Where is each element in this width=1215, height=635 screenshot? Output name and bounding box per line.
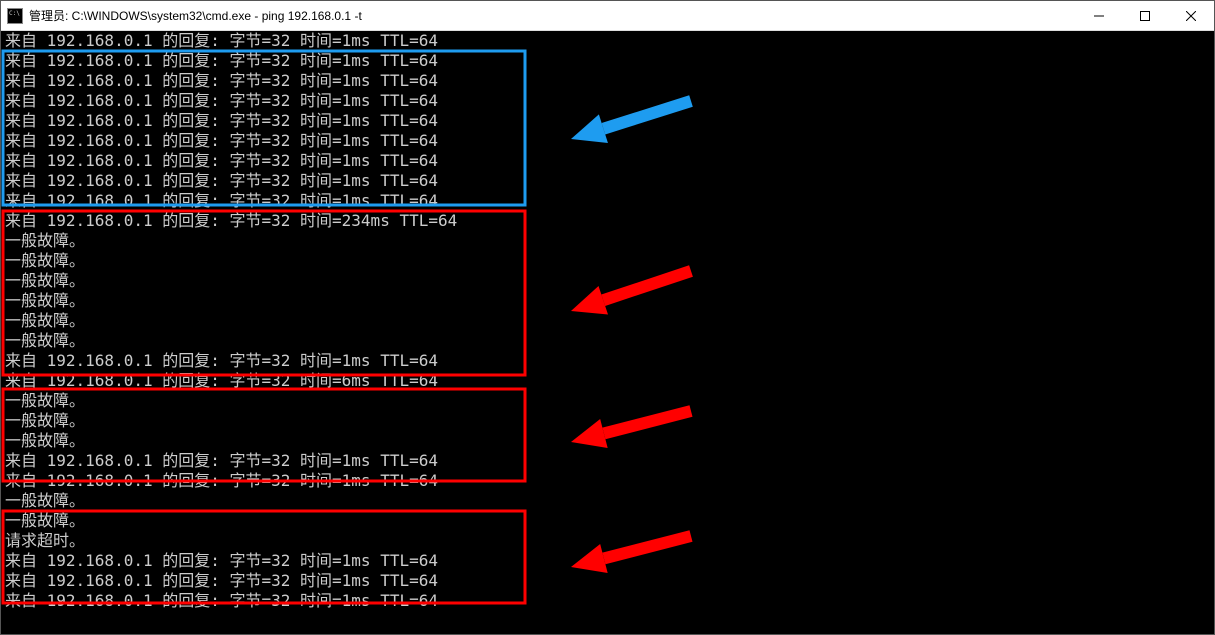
console-line: 一般故障。	[5, 291, 1214, 311]
console-line: 来自 192.168.0.1 的回复: 字节=32 时间=1ms TTL=64	[5, 571, 1214, 591]
console-line: 一般故障。	[5, 411, 1214, 431]
console-line: 来自 192.168.0.1 的回复: 字节=32 时间=1ms TTL=64	[5, 191, 1214, 211]
console-output[interactable]: 来自 192.168.0.1 的回复: 字节=32 时间=1ms TTL=64来…	[1, 31, 1214, 634]
console-line: 来自 192.168.0.1 的回复: 字节=32 时间=1ms TTL=64	[5, 31, 1214, 51]
console-line: 一般故障。	[5, 231, 1214, 251]
console-line: 一般故障。	[5, 431, 1214, 451]
maximize-icon	[1140, 11, 1150, 21]
console-line: 一般故障。	[5, 271, 1214, 291]
console-line: 来自 192.168.0.1 的回复: 字节=32 时间=1ms TTL=64	[5, 91, 1214, 111]
minimize-button[interactable]	[1076, 1, 1122, 31]
console-line: 来自 192.168.0.1 的回复: 字节=32 时间=1ms TTL=64	[5, 451, 1214, 471]
console-line: 来自 192.168.0.1 的回复: 字节=32 时间=1ms TTL=64	[5, 551, 1214, 571]
console-line: 来自 192.168.0.1 的回复: 字节=32 时间=1ms TTL=64	[5, 351, 1214, 371]
console-line: 来自 192.168.0.1 的回复: 字节=32 时间=1ms TTL=64	[5, 171, 1214, 191]
console-line: 来自 192.168.0.1 的回复: 字节=32 时间=1ms TTL=64	[5, 51, 1214, 71]
console-line: 来自 192.168.0.1 的回复: 字节=32 时间=234ms TTL=6…	[5, 211, 1214, 231]
console-line: 来自 192.168.0.1 的回复: 字节=32 时间=1ms TTL=64	[5, 111, 1214, 131]
titlebar[interactable]: 管理员: C:\WINDOWS\system32\cmd.exe - ping …	[1, 1, 1214, 31]
console-line: 来自 192.168.0.1 的回复: 字节=32 时间=1ms TTL=64	[5, 471, 1214, 491]
console-line: 来自 192.168.0.1 的回复: 字节=32 时间=6ms TTL=64	[5, 371, 1214, 391]
console-line: 一般故障。	[5, 491, 1214, 511]
console-line: 请求超时。	[5, 531, 1214, 551]
close-icon	[1186, 11, 1196, 21]
cmd-window: 管理员: C:\WINDOWS\system32\cmd.exe - ping …	[0, 0, 1215, 635]
maximize-button[interactable]	[1122, 1, 1168, 31]
console-line: 来自 192.168.0.1 的回复: 字节=32 时间=1ms TTL=64	[5, 151, 1214, 171]
console-line: 来自 192.168.0.1 的回复: 字节=32 时间=1ms TTL=64	[5, 131, 1214, 151]
console-line: 来自 192.168.0.1 的回复: 字节=32 时间=1ms TTL=64	[5, 71, 1214, 91]
console-line: 一般故障。	[5, 331, 1214, 351]
window-controls	[1076, 1, 1214, 30]
console-line: 一般故障。	[5, 511, 1214, 531]
console-line: 来自 192.168.0.1 的回复: 字节=32 时间=1ms TTL=64	[5, 591, 1214, 611]
close-button[interactable]	[1168, 1, 1214, 31]
console-line: 一般故障。	[5, 391, 1214, 411]
window-title: 管理员: C:\WINDOWS\system32\cmd.exe - ping …	[29, 7, 362, 24]
console-line: 一般故障。	[5, 311, 1214, 331]
minimize-icon	[1094, 11, 1104, 21]
cmd-icon	[7, 8, 23, 24]
console-line: 一般故障。	[5, 251, 1214, 271]
